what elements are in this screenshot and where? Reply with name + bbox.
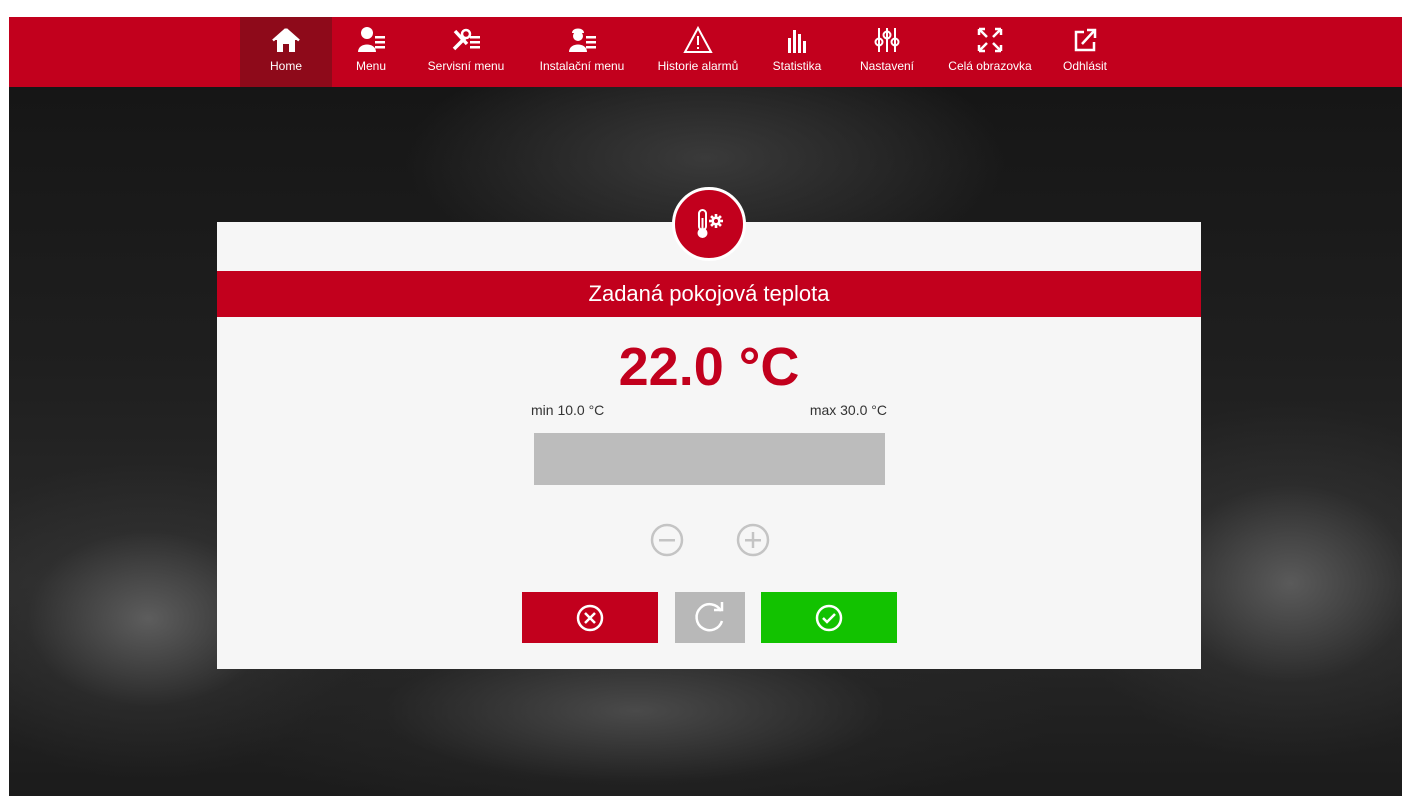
nav-item-settings[interactable]: Nastavení [840, 17, 934, 87]
nav-item-service-menu[interactable]: Servisní menu [410, 17, 522, 87]
service-tools-icon [452, 28, 480, 51]
nav-label: Menu [355, 59, 387, 73]
fullscreen-icon [977, 27, 1003, 53]
thermometer-gear-icon [697, 209, 723, 238]
reset-button[interactable] [675, 592, 745, 643]
plus-circle-icon[interactable] [735, 522, 771, 558]
cancel-button[interactable] [522, 592, 658, 643]
nav-item-alarm-history[interactable]: Historie alarmů [642, 17, 754, 87]
setpoint-value: 22.0 °C [618, 337, 800, 397]
nav-label: Statistika [772, 59, 822, 73]
logout-icon [1074, 28, 1097, 52]
dialog-icon-badge [672, 187, 746, 261]
confirm-button[interactable] [761, 592, 897, 643]
nav-item-installer-menu[interactable]: Instalační menu [522, 17, 642, 87]
user-menu-icon [358, 27, 385, 52]
nav-label: Nastavení [859, 59, 915, 73]
nav-item-fullscreen[interactable]: Celá obrazovka [934, 17, 1046, 87]
min-value-label: min 10.0 °C [531, 402, 605, 418]
nav-label: Historie alarmů [657, 59, 739, 73]
dialog-title: Zadaná pokojová teplota [217, 271, 1201, 317]
statistics-icon [788, 30, 806, 53]
nav-item-logout[interactable]: Odhlásit [1046, 17, 1124, 87]
sliders-icon [874, 28, 900, 52]
value-slider[interactable] [534, 433, 885, 485]
nav-items: Home Menu Servisní menu Instalační menu … [240, 17, 1124, 87]
nav-label: Celá obrazovka [948, 59, 1032, 73]
home-icon [272, 28, 300, 52]
app-frame: Home Menu Servisní menu Instalační menu … [9, 17, 1402, 796]
setting-dialog: Zadaná pokojová teplota 22.0 °C min 10.0… [217, 222, 1201, 669]
nav-label: Instalační menu [539, 59, 625, 73]
nav-item-home[interactable]: Home [240, 17, 332, 87]
nav-label: Odhlásit [1062, 59, 1108, 73]
nav-label: Home [269, 59, 302, 73]
refresh-icon [695, 601, 724, 631]
minus-circle-icon[interactable] [649, 522, 685, 558]
check-circle-icon [815, 604, 843, 631]
nav-item-statistics[interactable]: Statistika [754, 17, 840, 87]
nav-label: Servisní menu [427, 59, 505, 73]
nav-item-menu[interactable]: Menu [332, 17, 410, 87]
top-navigation-bar: Home Menu Servisní menu Instalační menu … [9, 17, 1402, 87]
max-value-label: max 30.0 °C [809, 402, 887, 418]
warning-icon [683, 25, 713, 53]
close-circle-icon [576, 604, 604, 631]
installer-icon [569, 28, 596, 52]
